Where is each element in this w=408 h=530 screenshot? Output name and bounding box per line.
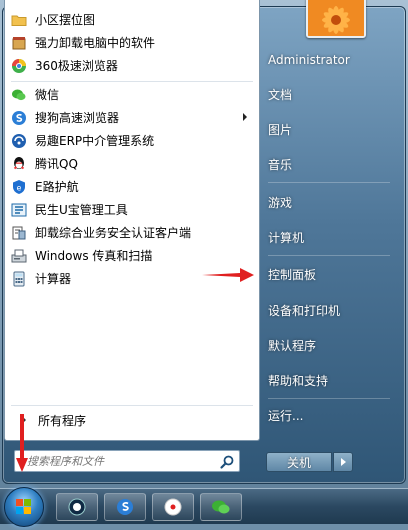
- program-item-sogou-browser[interactable]: 搜狗高速浏览器: [5, 106, 259, 129]
- right-separator: [268, 182, 390, 183]
- program-item-erp[interactable]: 易趣ERP中介管理系统: [5, 129, 259, 152]
- annotation-arrow-down-icon: [16, 414, 28, 472]
- windows-logo-icon: [16, 499, 31, 514]
- start-menu: 小区摆位图 强力卸载电脑中的软件 360极速浏览器 微信 搜狗高速浏览器 易趣E…: [0, 0, 408, 484]
- program-label: 计算器: [35, 272, 72, 286]
- program-label: Windows 传真和扫描: [35, 249, 153, 263]
- usb-key-icon: [11, 202, 27, 218]
- wechat-icon: [11, 87, 27, 103]
- program-item-wechat[interactable]: 微信: [5, 83, 259, 106]
- right-item-pictures[interactable]: 图片: [268, 117, 390, 141]
- erp-icon: [11, 133, 27, 149]
- program-item-fax-scan[interactable]: Windows 传真和扫描: [5, 244, 259, 267]
- shutdown-options-button[interactable]: [333, 452, 353, 472]
- calculator-icon: [11, 271, 27, 287]
- right-separator: [268, 398, 390, 399]
- program-label: 强力卸载电脑中的软件: [35, 36, 156, 50]
- program-label: 360极速浏览器: [35, 59, 118, 73]
- wechat-icon: [212, 500, 230, 514]
- program-item-360-browser[interactable]: 360极速浏览器: [5, 54, 259, 77]
- search-icon[interactable]: [219, 454, 235, 470]
- sogou-browser-icon: [11, 110, 27, 126]
- all-programs-label: 所有程序: [38, 413, 87, 428]
- program-item-usb-key[interactable]: 民生U宝管理工具: [5, 198, 259, 221]
- program-item-e-road[interactable]: e E路护航: [5, 175, 259, 198]
- right-item-help-support[interactable]: 帮助和支持: [268, 368, 390, 392]
- uninstall-client-icon: [11, 225, 27, 241]
- program-list: 小区摆位图 强力卸载电脑中的软件 360极速浏览器 微信 搜狗高速浏览器 易趣E…: [5, 8, 259, 290]
- app-icon: [164, 498, 182, 516]
- program-label: 搜狗高速浏览器: [35, 111, 120, 125]
- search-input[interactable]: [27, 453, 217, 469]
- taskbar-item-wechat[interactable]: [200, 493, 242, 521]
- right-item-run[interactable]: 运行...: [268, 403, 390, 427]
- taskbar-item-uninstall-tool[interactable]: [56, 493, 98, 521]
- uninstall-icon: [11, 35, 27, 51]
- taskbar-item-sogou-browser[interactable]: [104, 493, 146, 521]
- fax-scan-icon: [11, 248, 27, 264]
- program-separator: [11, 81, 253, 82]
- right-item-music[interactable]: 音乐: [268, 152, 390, 176]
- shutdown-button[interactable]: 关机: [266, 452, 332, 472]
- 360-browser-icon: [11, 58, 27, 74]
- program-label: 腾讯QQ: [35, 157, 78, 171]
- program-label: 民生U宝管理工具: [35, 203, 128, 217]
- submenu-arrow-icon[interactable]: [243, 113, 247, 121]
- program-item-uninstall-client[interactable]: 卸载综合业务安全认证客户端: [5, 221, 259, 244]
- all-programs-separator: [11, 405, 253, 406]
- right-item-default-programs[interactable]: 默认程序: [268, 333, 390, 357]
- user-avatar[interactable]: [306, 0, 366, 38]
- annotation-arrow-right-icon: [202, 268, 254, 282]
- svg-text:e: e: [17, 183, 22, 192]
- program-item-uninstall[interactable]: 强力卸载电脑中的软件: [5, 31, 259, 54]
- right-item-documents[interactable]: 文档: [268, 82, 390, 106]
- program-label: 易趣ERP中介管理系统: [35, 134, 155, 148]
- start-button[interactable]: [4, 487, 44, 527]
- right-item-control-panel[interactable]: 控制面板: [268, 262, 390, 286]
- e-road-icon: e: [11, 179, 27, 195]
- taskbar: [0, 487, 408, 527]
- right-item-devices-printers[interactable]: 设备和打印机: [268, 298, 390, 322]
- program-label: 小区摆位图: [35, 13, 96, 27]
- qq-icon: [11, 156, 27, 172]
- search-box[interactable]: [14, 450, 240, 472]
- program-item-folder[interactable]: 小区摆位图: [5, 8, 259, 31]
- program-pane: 小区摆位图 强力卸载电脑中的软件 360极速浏览器 微信 搜狗高速浏览器 易趣E…: [4, 0, 260, 441]
- program-label: E路护航: [35, 180, 79, 194]
- right-separator: [268, 255, 390, 256]
- right-item-computer[interactable]: 计算机: [268, 225, 390, 249]
- chevron-right-icon: [340, 458, 346, 466]
- right-item-games[interactable]: 游戏: [268, 190, 390, 214]
- sogou-browser-icon: [117, 499, 133, 515]
- right-item-administrator[interactable]: Administrator: [268, 48, 390, 72]
- uninstall-tool-icon: [68, 498, 86, 516]
- program-label: 微信: [35, 88, 60, 102]
- program-label: 卸载综合业务安全认证客户端: [35, 226, 192, 240]
- taskbar-item-app[interactable]: [152, 493, 194, 521]
- folder-icon: [11, 12, 27, 28]
- program-item-qq[interactable]: 腾讯QQ: [5, 152, 259, 175]
